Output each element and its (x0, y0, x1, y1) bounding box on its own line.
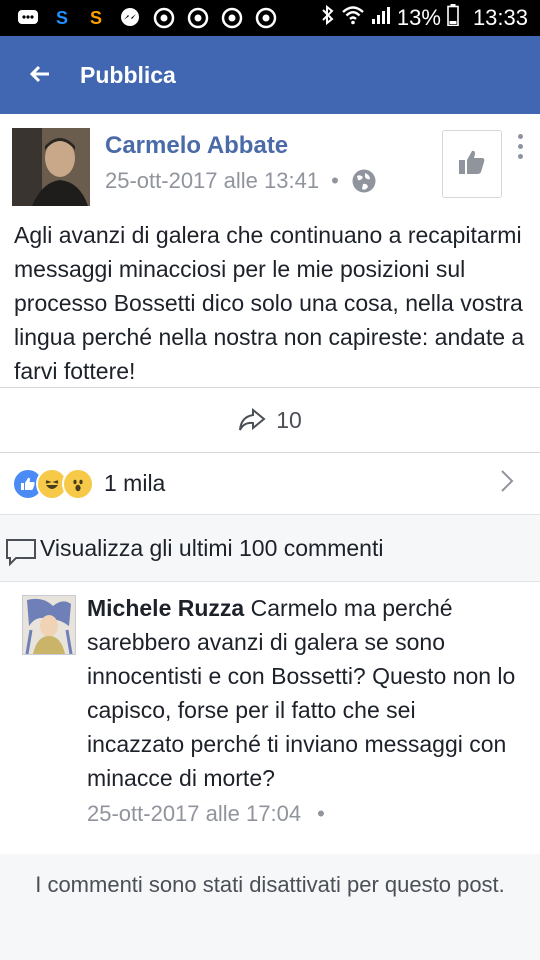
more-options-icon[interactable] (510, 134, 530, 174)
chevron-right-icon[interactable] (500, 468, 514, 500)
comment-text: Carmelo ma perché sarebbero avanzi di ga… (87, 595, 516, 791)
battery-percent: 13% (396, 5, 441, 30)
reactions-bar[interactable]: 1 mila (0, 452, 540, 514)
comments-disabled-notice: I commenti sono stati disattivati per qu… (0, 854, 540, 960)
comment-item: Michele Ruzza Carmelo ma perché sarebber… (0, 581, 540, 853)
bluetooth-icon (321, 4, 335, 32)
clock: 13:33 (472, 5, 528, 30)
signal-icon (371, 5, 391, 31)
post-author-name[interactable]: Carmelo Abbate (105, 132, 288, 160)
meta-separator: • (331, 168, 339, 193)
share-bar[interactable]: 10 (0, 387, 540, 453)
comment-body: Michele Ruzza Carmelo ma perché sarebber… (87, 591, 517, 795)
commenter-avatar[interactable] (22, 595, 76, 655)
post-text: Agli avanzi di galera che continuano a r… (14, 222, 525, 384)
skype-icon: S (55, 7, 68, 28)
status-bar: S S 13% 13:33 (0, 0, 540, 36)
commenter-name[interactable]: Michele Ruzza (87, 595, 244, 621)
globe-icon (351, 168, 377, 194)
chrome-icon (186, 6, 210, 30)
reactions-count: 1 mila (104, 470, 166, 496)
thumbs-up-icon (458, 149, 486, 180)
post-header: Carmelo Abbate 25-ott-2017 alle 13:41 • (0, 114, 540, 212)
author-avatar[interactable] (12, 128, 90, 206)
reaction-icons (12, 468, 98, 500)
wow-reaction-icon (62, 468, 94, 500)
chrome-icon (152, 6, 176, 30)
wifi-icon (341, 5, 365, 31)
comment-meta: 25-ott-2017 alle 17:04 • (87, 801, 325, 827)
back-arrow-icon[interactable] (0, 59, 80, 91)
system-status: 13% 13:33 (321, 0, 528, 36)
view-comments-label: Visualizza gli ultimi 100 commenti (40, 535, 384, 561)
notification-icons: S S (0, 6, 278, 30)
comment-meta-separator: • (317, 801, 325, 826)
swarm-icon: S (89, 7, 102, 28)
battery-icon (447, 4, 459, 32)
messenger-icon (118, 6, 142, 30)
post-meta: 25-ott-2017 alle 13:41 • (105, 168, 377, 194)
comment-timestamp[interactable]: 25-ott-2017 alle 17:04 (87, 801, 301, 827)
share-count: 10 (276, 406, 302, 433)
chrome-icon (220, 6, 244, 30)
page-like-button[interactable] (442, 130, 502, 198)
post-timestamp[interactable]: 25-ott-2017 alle 13:41 (105, 168, 319, 194)
share-arrow-icon (238, 408, 266, 432)
chat-icon (16, 6, 40, 30)
app-bar-title: Pubblica (80, 61, 176, 88)
view-comments-link[interactable]: Visualizza gli ultimi 100 commenti (0, 514, 540, 582)
comments-disabled-text: I commenti sono stati disattivati per qu… (35, 872, 505, 897)
app-bar: Pubblica (0, 36, 540, 114)
comment-bubble-icon (4, 537, 38, 572)
chrome-icon (254, 6, 278, 30)
